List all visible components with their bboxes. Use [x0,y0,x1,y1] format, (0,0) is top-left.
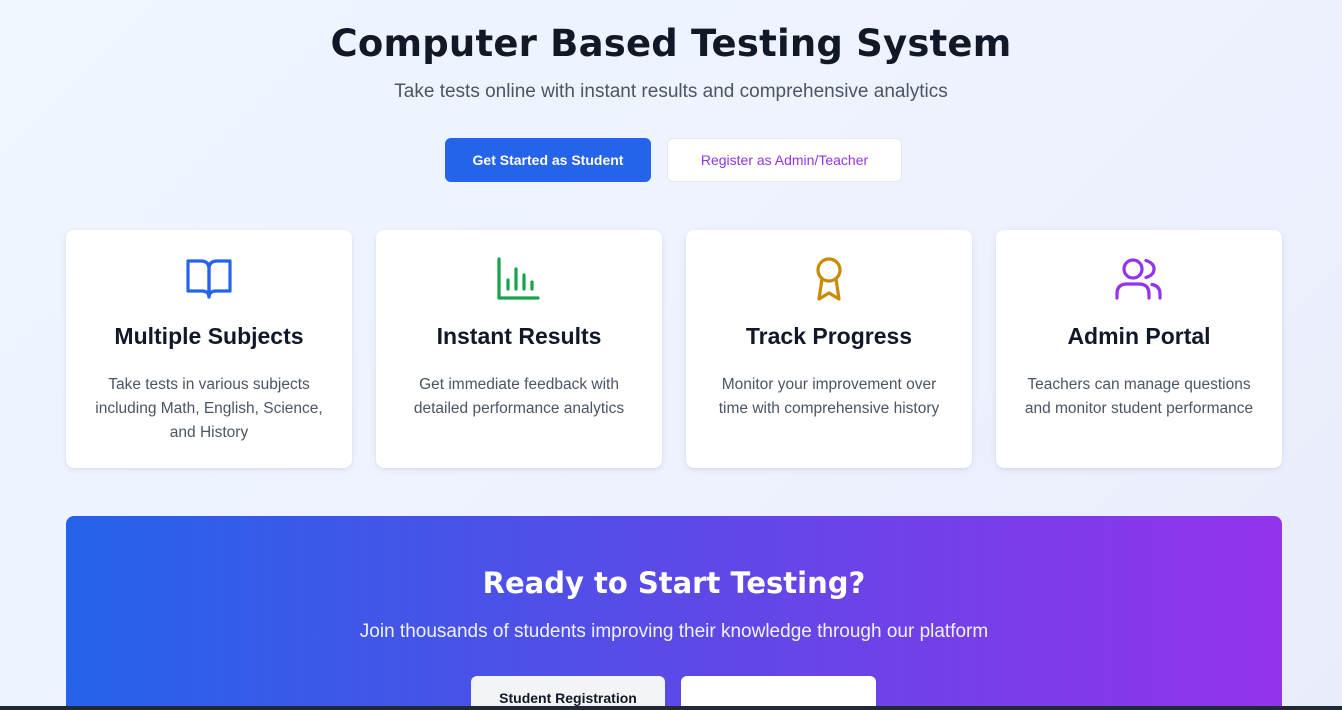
users-icon [1114,256,1164,302]
feature-card-admin-portal: Admin Portal Teachers can manage questio… [996,230,1282,468]
register-admin-teacher-button[interactable]: Register as Admin/Teacher [667,138,902,182]
award-icon [804,256,854,302]
feature-card-track-progress: Track Progress Monitor your improvement … [686,230,972,468]
feature-title: Admin Portal [1067,323,1211,349]
feature-description: Get immediate feedback with detailed per… [413,376,625,417]
window-bottom-edge [0,706,1342,710]
feature-description: Teachers can manage questions and monito… [1024,376,1254,417]
feature-description: Take tests in various subjects including… [95,376,323,441]
page-subtitle: Take tests online with instant results a… [394,81,948,102]
feature-card-multiple-subjects: Multiple Subjects Take tests in various … [66,230,352,468]
cta-subtitle: Join thousands of students improving the… [359,621,989,642]
feature-title: Instant Results [436,323,602,349]
feature-card-instant-results: Instant Results Get immediate feedback w… [376,230,662,468]
feature-description: Monitor your improvement over time with … [718,376,940,417]
book-open-icon [184,256,234,302]
cta-title: Ready to Start Testing? [482,566,866,600]
feature-title: Track Progress [745,323,913,349]
feature-title: Multiple Subjects [114,323,304,349]
cta-banner: Ready to Start Testing? Join thousands o… [66,516,1282,710]
get-started-student-button[interactable]: Get Started as Student [445,138,651,182]
page-title: Computer Based Testing System [330,22,1012,65]
cta-secondary-button[interactable] [681,676,876,710]
student-registration-button[interactable]: Student Registration [471,676,665,710]
bar-chart-icon [494,256,544,302]
